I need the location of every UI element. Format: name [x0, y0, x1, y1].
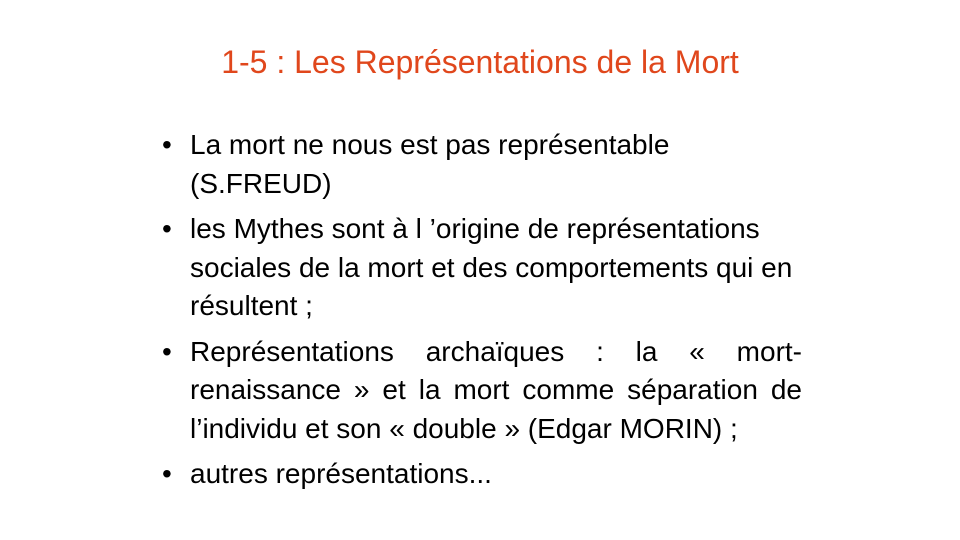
bullet-marker: •	[162, 458, 172, 489]
bullet-marker: •	[162, 129, 172, 160]
bullet-marker: •	[162, 213, 172, 244]
slide-title: 1-5 : Les Représentations de la Mort	[221, 44, 739, 80]
list-item: • autres représentations...	[162, 455, 802, 494]
slide: 1-5 : Les Représentations de la Mort • L…	[0, 0, 960, 540]
bullet-list: • La mort ne nous est pas représentable …	[162, 126, 802, 501]
list-item: • les Mythes sont à l ’origine de représ…	[162, 210, 802, 326]
list-item: • Représentations archaïques : la « mort…	[162, 333, 802, 449]
bullet-text: La mort ne nous est pas représentable (S…	[190, 129, 670, 199]
bullet-text: autres représentations...	[190, 458, 492, 489]
bullet-marker: •	[162, 335, 172, 367]
list-item: • La mort ne nous est pas représentable …	[162, 126, 802, 203]
bullet-text: les Mythes sont à l ’origine de représen…	[190, 213, 793, 321]
bullet-text: Représentations archaïques : la « mort-r…	[190, 335, 802, 444]
